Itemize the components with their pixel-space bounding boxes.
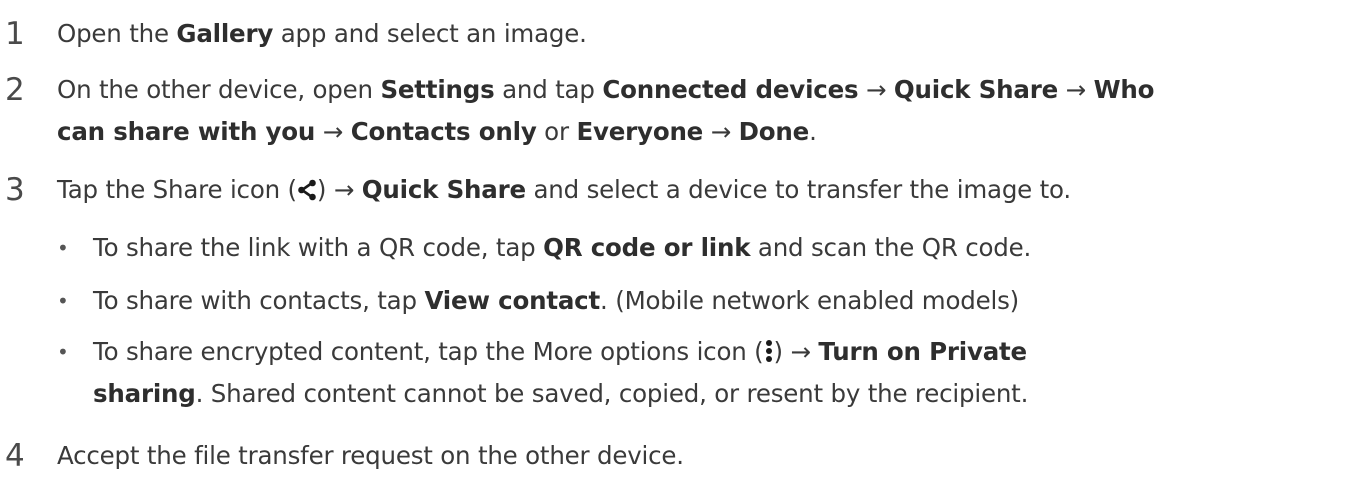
text-run: ) → bbox=[773, 337, 819, 366]
text-run: On the other device, open bbox=[57, 75, 381, 104]
step-text: Tap the Share icon ( ) → Quick Share and … bbox=[57, 168, 1362, 215]
step-text: Open the Gallery app and select an image… bbox=[57, 12, 1362, 56]
text-run: and scan the QR code. bbox=[750, 233, 1032, 262]
step-number: 4 bbox=[5, 438, 25, 474]
text-run: Tap the Share icon ( bbox=[57, 175, 297, 204]
text-run: To share encrypted content, tap the More… bbox=[93, 337, 764, 366]
ui-term-connected-devices: Connected devices bbox=[602, 75, 859, 104]
ui-term-who-can-share: Who bbox=[1093, 75, 1155, 104]
bullet-marker: • bbox=[57, 236, 69, 260]
text-run: and select a device to transfer the imag… bbox=[525, 175, 1071, 204]
ui-term-settings: Settings bbox=[380, 75, 495, 104]
bullet-text: To share the link with a QR code, tap QR… bbox=[93, 226, 1031, 270]
text-run: To share with contacts, tap bbox=[93, 286, 425, 315]
text-run: ) → bbox=[316, 175, 362, 204]
step-text-line-2: can share with you → Contacts only or Ev… bbox=[57, 110, 1362, 154]
text-run: Accept the file transfer request on the … bbox=[57, 441, 684, 470]
bullet-marker: • bbox=[57, 289, 69, 313]
share-icon bbox=[297, 171, 317, 215]
more-options-icon bbox=[764, 333, 774, 377]
step-number: 2 bbox=[5, 72, 25, 108]
step-text: Accept the file transfer request on the … bbox=[57, 434, 1362, 478]
text-run: To share the link with a QR code, tap bbox=[93, 233, 544, 262]
step-text-line-1: On the other device, open Settings and t… bbox=[57, 68, 1362, 112]
instruction-steps: 1 Open the Gallery app and select an ima… bbox=[0, 0, 1369, 495]
text-run: Open the bbox=[57, 19, 177, 48]
bullet-marker: • bbox=[57, 340, 69, 364]
bullet-text-line-1: To share encrypted content, tap the More… bbox=[93, 330, 1027, 377]
arrow-separator: → bbox=[703, 117, 739, 146]
step-number: 3 bbox=[5, 172, 25, 208]
ui-term-qr-code-or-link: QR code or link bbox=[543, 233, 751, 262]
ui-term-turn-on-private-sharing: Turn on Private bbox=[818, 337, 1027, 366]
ui-term-contacts-only: Contacts only bbox=[350, 117, 537, 146]
ui-term-sharing: sharing bbox=[93, 379, 196, 408]
text-run: . (Mobile network enabled models) bbox=[600, 286, 1019, 315]
step-number: 1 bbox=[5, 16, 25, 52]
bullet-text: To share with contacts, tap View contact… bbox=[93, 279, 1019, 323]
bullet-text-line-2: sharing. Shared content cannot be saved,… bbox=[93, 372, 1028, 416]
ui-term-quick-share: Quick Share bbox=[893, 75, 1059, 104]
ui-term-quick-share: Quick Share bbox=[361, 175, 526, 204]
text-run: . Shared content cannot be saved, copied… bbox=[195, 379, 1029, 408]
text-run: or bbox=[536, 117, 577, 146]
ui-term-done: Done bbox=[738, 117, 810, 146]
arrow-separator: → bbox=[858, 75, 894, 104]
ui-term-gallery: Gallery bbox=[176, 19, 274, 48]
text-run: . bbox=[809, 117, 817, 146]
arrow-separator: → bbox=[1058, 75, 1094, 104]
text-run: and tap bbox=[494, 75, 603, 104]
ui-term-view-contact: View contact bbox=[424, 286, 601, 315]
ui-term-everyone: Everyone bbox=[576, 117, 704, 146]
arrow-separator: → bbox=[315, 117, 351, 146]
text-run: app and select an image. bbox=[273, 19, 587, 48]
ui-term-who-can-share-cont: can share with you bbox=[57, 117, 316, 146]
